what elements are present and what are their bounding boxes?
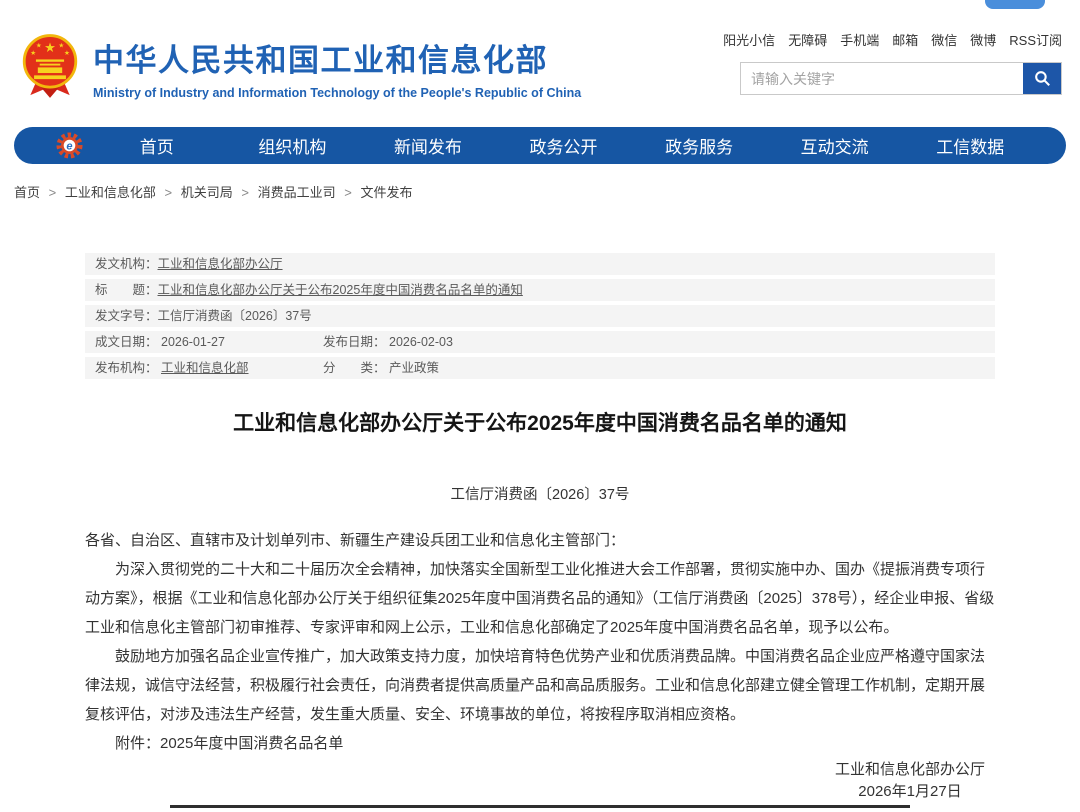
- national-emblem-logo: ★ ★ ★ ★ ★: [20, 33, 80, 99]
- brand-text: 中华人民共和国工业和信息化部 Ministry of Industry and …: [93, 35, 581, 100]
- search-input[interactable]: [741, 63, 1023, 94]
- breadcrumb-departments[interactable]: 机关司局: [181, 185, 233, 200]
- svg-text:★: ★: [30, 50, 36, 57]
- breadcrumb: 首页 > 工业和信息化部 > 机关司局 > 消费品工业司 > 文件发布: [14, 182, 1080, 201]
- meta-value-category: 产业政策: [389, 361, 439, 375]
- article-body: 各省、自治区、直辖市及计划单列市、新疆生产建设兵团工业和信息化主管部门： 为深入…: [85, 526, 995, 758]
- signature-block: 工业和信息化部办公厅 2026年1月27日: [835, 759, 985, 803]
- breadcrumb-separator: >: [49, 185, 57, 200]
- meta-pair-written-date: 成文日期： 2026-01-27: [95, 334, 323, 350]
- article-doc-number: 工信厅消费函〔2026〕37号: [85, 483, 995, 504]
- link-sunshine-assistant[interactable]: 阳光小信: [723, 30, 775, 49]
- nav-item-home[interactable]: 首页: [89, 133, 225, 158]
- search-icon: [1033, 69, 1052, 88]
- meta-pair-publish-org: 发布机构： 工业和信息化部: [95, 360, 323, 376]
- svg-text:★: ★: [44, 40, 56, 55]
- meta-label: 发文字号：: [95, 308, 158, 324]
- breadcrumb-separator: >: [165, 185, 173, 200]
- article-attachment: 附件：2025年度中国消费名品名单: [85, 729, 995, 758]
- header-right: 阳光小信 无障碍 手机端 邮箱 微信 微博 RSS订阅: [740, 30, 1062, 95]
- breadcrumb-separator: >: [344, 185, 352, 200]
- meta-row-issuing-office: 发文机构： 工业和信息化部办公厅: [85, 253, 995, 275]
- breadcrumb-document-release[interactable]: 文件发布: [360, 185, 412, 200]
- site-header: ★ ★ ★ ★ ★ 中华人民共和国工业和信息化部 Ministry of Ind…: [0, 0, 1080, 104]
- meta-label: 发文机构：: [95, 256, 158, 272]
- svg-text:e: e: [66, 141, 72, 153]
- nav-item-interaction[interactable]: 互动交流: [767, 133, 903, 158]
- nav-item-gov-services[interactable]: 政务服务: [631, 133, 767, 158]
- meta-value-doc-number: 工信厅消费函〔2026〕37号: [158, 308, 312, 324]
- meta-row-doc-number: 发文字号： 工信厅消费函〔2026〕37号: [85, 305, 995, 327]
- top-utility-links: 阳光小信 无障碍 手机端 邮箱 微信 微博 RSS订阅: [740, 30, 1062, 49]
- attachment-table-top-border: [170, 805, 910, 808]
- link-mailbox[interactable]: 邮箱: [892, 30, 918, 49]
- meta-label: 发布机构：: [95, 361, 158, 375]
- link-rss[interactable]: RSS订阅: [1009, 30, 1062, 49]
- site-title: 中华人民共和国工业和信息化部: [93, 35, 581, 80]
- article-salutation: 各省、自治区、直辖市及计划单列市、新疆生产建设兵团工业和信息化主管部门：: [85, 526, 995, 555]
- meta-row-org-category: 发布机构： 工业和信息化部 分 类： 产业政策: [85, 357, 995, 379]
- svg-text:★: ★: [64, 50, 70, 57]
- search-box: [740, 62, 1062, 95]
- meta-label: 标 题：: [95, 282, 158, 298]
- signature-org: 工业和信息化部办公厅: [835, 759, 985, 781]
- svg-text:★: ★: [36, 42, 42, 49]
- miit-gear-logo-icon: e: [56, 132, 83, 159]
- meta-value-publish-date: 2026-02-03: [389, 335, 453, 349]
- link-mobile[interactable]: 手机端: [840, 30, 879, 49]
- breadcrumb-home[interactable]: 首页: [14, 185, 40, 200]
- search-button[interactable]: [1023, 63, 1061, 94]
- nav-item-organization[interactable]: 组织机构: [225, 133, 361, 158]
- meta-value-title[interactable]: 工业和信息化部办公厅关于公布2025年度中国消费名品名单的通知: [158, 282, 523, 298]
- top-right-pill: [985, 0, 1045, 9]
- nav-item-news[interactable]: 新闻发布: [360, 133, 496, 158]
- article-paragraph-2: 鼓励地方加强名品企业宣传推广，加大政策支持力度，加快培育特色优势产业和优质消费品…: [85, 642, 995, 729]
- meta-label: 分 类：: [323, 361, 386, 375]
- meta-pair-category: 分 类： 产业政策: [323, 360, 439, 376]
- document-meta-table: 发文机构： 工业和信息化部办公厅 标 题： 工业和信息化部办公厅关于公布2025…: [85, 253, 995, 379]
- main-nav: e 首页 组织机构 新闻发布 政务公开 政务服务 互动交流 工信数据: [14, 127, 1066, 164]
- article-title: 工业和信息化部办公厅关于公布2025年度中国消费名品名单的通知: [85, 407, 995, 437]
- site-subtitle-en: Ministry of Industry and Information Tec…: [93, 86, 581, 100]
- link-accessibility[interactable]: 无障碍: [788, 30, 827, 49]
- article-paragraph-1: 为深入贯彻党的二十大和二十届历次全会精神，加快落实全国新型工业化推进大会工作部署…: [85, 555, 995, 642]
- link-weibo[interactable]: 微博: [970, 30, 996, 49]
- svg-text:★: ★: [58, 42, 64, 49]
- site-brand: ★ ★ ★ ★ ★ 中华人民共和国工业和信息化部 Ministry of Ind…: [20, 26, 581, 100]
- meta-label: 成文日期：: [95, 335, 158, 349]
- breadcrumb-separator: >: [241, 185, 249, 200]
- meta-row-title: 标 题： 工业和信息化部办公厅关于公布2025年度中国消费名品名单的通知: [85, 279, 995, 301]
- meta-value-issuing-office[interactable]: 工业和信息化部办公厅: [158, 256, 283, 272]
- breadcrumb-consumer-goods-dept[interactable]: 消费品工业司: [258, 185, 336, 200]
- link-wechat[interactable]: 微信: [931, 30, 957, 49]
- breadcrumb-miit[interactable]: 工业和信息化部: [65, 185, 156, 200]
- signature-inner: 工业和信息化部办公厅 2026年1月27日: [835, 759, 985, 803]
- meta-pair-publish-date: 发布日期： 2026-02-03: [323, 334, 453, 350]
- meta-row-dates: 成文日期： 2026-01-27 发布日期： 2026-02-03: [85, 331, 995, 353]
- meta-value-publish-org[interactable]: 工业和信息化部: [161, 361, 249, 375]
- nav-item-gov-disclosure[interactable]: 政务公开: [496, 133, 632, 158]
- meta-label: 发布日期：: [323, 335, 386, 349]
- nav-item-miit-data[interactable]: 工信数据: [902, 133, 1038, 158]
- signature-date: 2026年1月27日: [835, 781, 985, 803]
- document-content: 发文机构： 工业和信息化部办公厅 标 题： 工业和信息化部办公厅关于公布2025…: [85, 253, 995, 758]
- meta-value-written-date: 2026-01-27: [161, 335, 225, 349]
